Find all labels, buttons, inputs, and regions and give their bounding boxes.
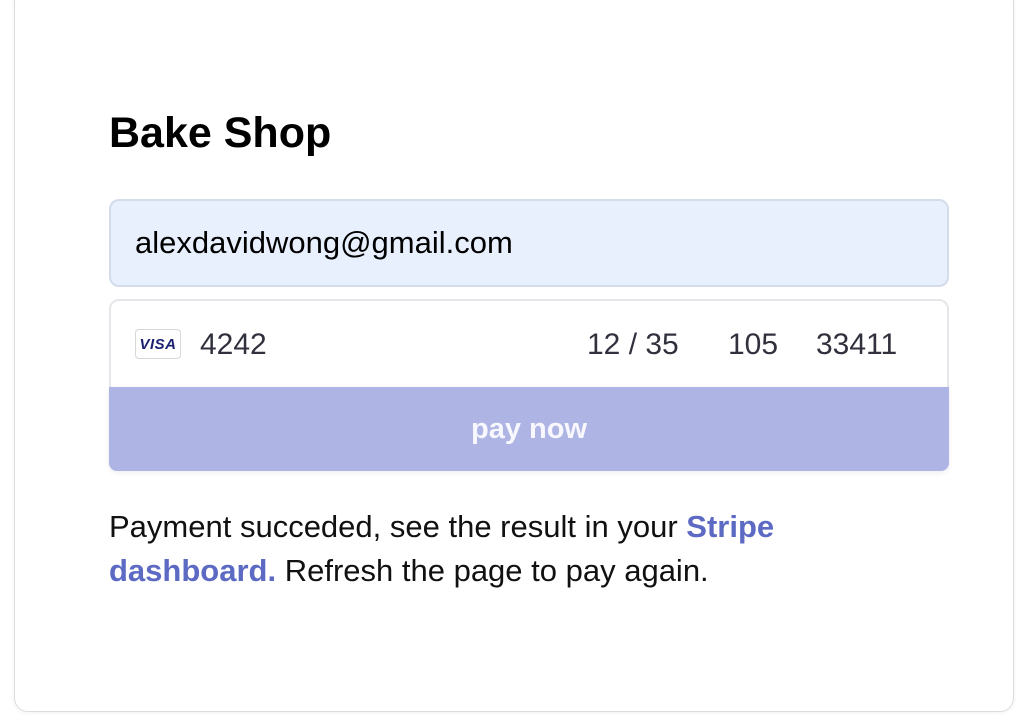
card-number-input[interactable]: 4242	[200, 327, 267, 363]
result-text-before: Payment succeded, see the result in your	[109, 509, 687, 544]
card-cvc-input[interactable]: 105	[728, 327, 778, 363]
card-details-field[interactable]: VISA 4242 12 / 35 105 33411	[109, 299, 949, 389]
payment-result-message: Payment succeded, see the result in your…	[109, 505, 869, 593]
visa-card-icon: VISA	[135, 329, 181, 359]
result-text-after: Refresh the page to pay again.	[276, 553, 709, 588]
card-expiry-input[interactable]: 12 / 35	[587, 327, 679, 363]
email-input[interactable]	[109, 199, 949, 287]
pay-now-button[interactable]: pay now	[109, 387, 949, 471]
shop-title: Bake Shop	[109, 109, 332, 157]
checkout-card: Bake Shop VISA 4242 12 / 35 105 33411 pa…	[14, 0, 1014, 712]
postal-code-input[interactable]: 33411	[816, 327, 897, 363]
